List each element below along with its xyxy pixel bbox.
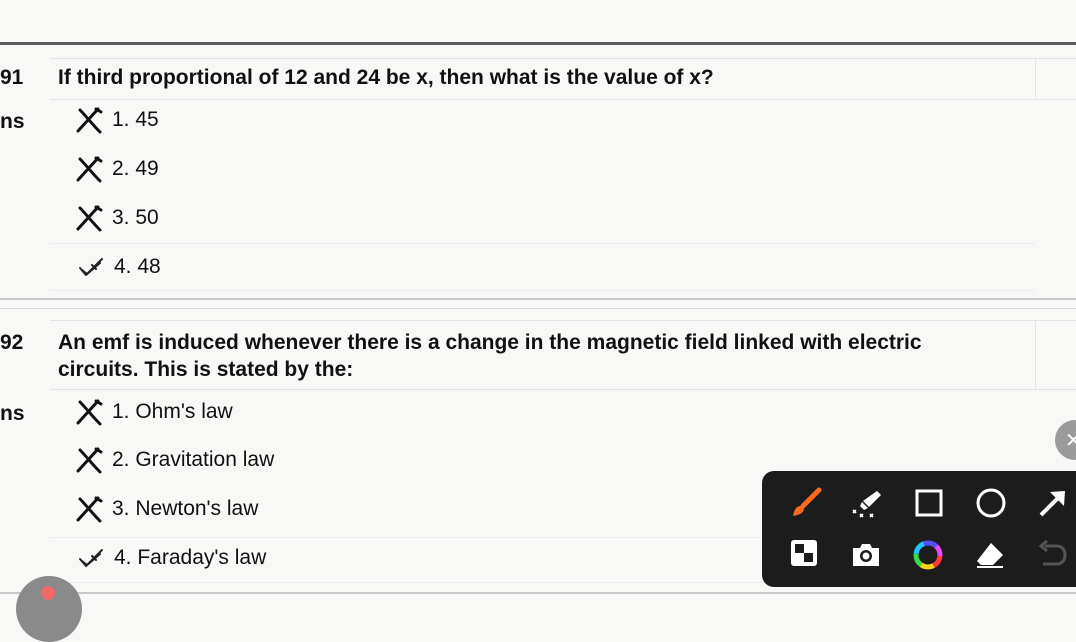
cross-mark-icon [76, 399, 103, 426]
option-row[interactable]: 1. Ohm's law [74, 398, 233, 426]
mosaic-tool-button[interactable] [784, 533, 824, 573]
question-text-line: circuits. This is stated by the: [58, 358, 354, 381]
question-text: If third proportional of 12 and 24 be x,… [58, 66, 714, 89]
eraser-icon [977, 543, 1003, 568]
question-number: 92 [0, 331, 24, 354]
undo-icon [1038, 539, 1067, 566]
question-text: An emf is induced whenever there is a ch… [58, 329, 1028, 383]
arrow-tool-button[interactable] [1033, 483, 1073, 523]
brush-icon [793, 487, 822, 516]
option-row[interactable]: 2. Gravitation law [74, 446, 274, 474]
option-divider [50, 290, 1035, 291]
option-row[interactable]: 1. 45 [74, 106, 159, 134]
rectangle-icon [915, 489, 943, 517]
record-dot-icon [41, 586, 55, 600]
question-number: 91 [0, 66, 24, 89]
option-label: 1. 45 [112, 108, 159, 131]
check-mark-icon [79, 549, 103, 567]
cross-mark-icon [76, 107, 103, 134]
undo-button[interactable] [1032, 535, 1072, 575]
cross-mark-icon [76, 447, 103, 474]
circle-icon [976, 488, 1006, 518]
question-text-line: An emf is induced whenever there is a ch… [58, 331, 922, 354]
option-label: 3. 50 [112, 206, 159, 229]
option-divider [50, 243, 1035, 244]
annotation-toolbar [762, 471, 1076, 587]
cross-mark-icon [76, 156, 103, 183]
color-wheel-icon [913, 540, 943, 570]
question-separator [0, 298, 1076, 300]
close-button[interactable]: ✕ [1055, 420, 1076, 460]
color-picker-button[interactable] [908, 535, 948, 575]
highlighter-tool-button[interactable] [847, 483, 887, 523]
circle-tool-button[interactable] [971, 483, 1011, 523]
option-row[interactable]: 3. 50 [74, 204, 159, 232]
option-label: 3. Newton's law [112, 497, 259, 520]
eraser-tool-button[interactable] [970, 535, 1010, 575]
close-icon: ✕ [1065, 429, 1076, 452]
option-label: 4. 48 [114, 255, 161, 278]
camera-icon [853, 544, 879, 566]
answers-label: ns [0, 402, 25, 425]
option-label: 2. 49 [112, 157, 159, 180]
highlighter-icon [852, 491, 881, 518]
question-separator [0, 308, 1076, 309]
option-row[interactable]: 4. Faraday's law [74, 544, 266, 572]
option-row[interactable]: 3. Newton's law [74, 495, 258, 523]
option-label: 1. Ohm's law [112, 400, 233, 423]
option-row[interactable]: 2. 49 [74, 155, 159, 183]
cross-mark-icon [76, 205, 103, 232]
check-mark-icon [79, 258, 103, 276]
question-box-edge [1035, 58, 1076, 100]
question-separator [0, 592, 1076, 594]
arrow-icon [1039, 491, 1065, 517]
option-row[interactable]: 4. 48 [74, 253, 161, 281]
screenshot-button[interactable] [846, 535, 886, 575]
option-label: 2. Gravitation law [112, 448, 275, 471]
brush-tool-button[interactable] [786, 483, 826, 523]
rectangle-tool-button[interactable] [909, 483, 949, 523]
top-divider [0, 42, 1076, 45]
option-label: 4. Faraday's law [114, 546, 267, 569]
mosaic-icon [791, 540, 817, 566]
answers-label: ns [0, 110, 25, 133]
cross-mark-icon [76, 496, 103, 523]
question-box-edge [1035, 320, 1076, 390]
